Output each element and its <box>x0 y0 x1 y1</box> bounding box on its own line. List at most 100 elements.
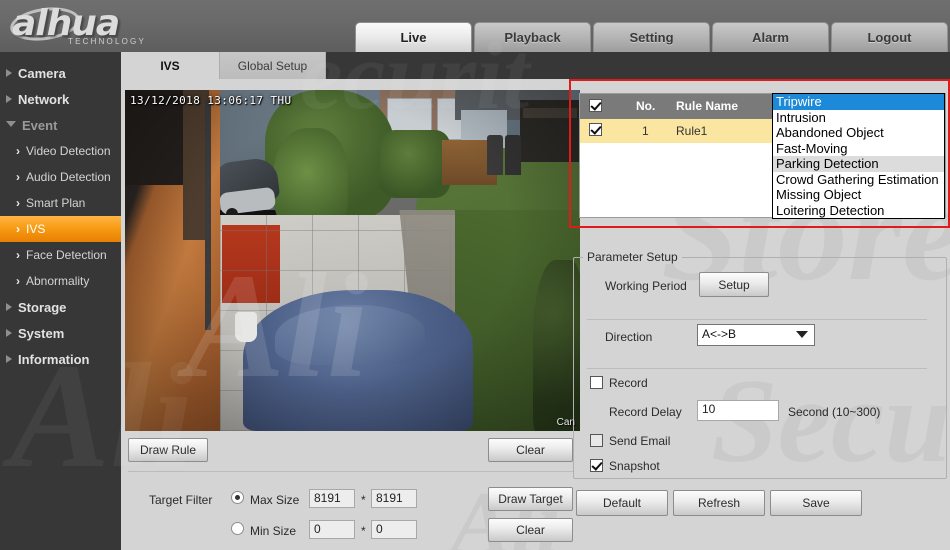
logo-tagline: TECHNOLOGY <box>68 37 147 46</box>
max-height-input[interactable]: 8191 <box>371 489 417 508</box>
tab-global-setup[interactable]: Global Setup <box>219 52 326 79</box>
draw-rule-button[interactable]: Draw Rule <box>128 438 208 462</box>
sidebar-group-label: Camera <box>18 65 66 81</box>
min-height-input[interactable]: 0 <box>371 520 417 539</box>
dahua-logo: alhua TECHNOLOGY <box>8 2 188 50</box>
sidebar-group-network[interactable]: Network <box>0 86 121 112</box>
sidebar-item-video-detection[interactable]: › Video Detection <box>0 138 121 164</box>
tab-ivs[interactable]: IVS <box>121 52 219 79</box>
row-rule-name: Rule1 <box>676 124 708 138</box>
sidebar-item-label: Abnormality <box>26 274 90 288</box>
triangle-right-icon <box>6 355 12 363</box>
sidebar-group-system[interactable]: System <box>0 320 121 346</box>
sidebar-item-ivs[interactable]: › IVS <box>0 216 121 242</box>
clear-target-button[interactable]: Clear <box>488 518 573 542</box>
default-button[interactable]: Default <box>576 490 668 516</box>
min-size-label: Min Size <box>250 524 297 538</box>
nav-tab-logout[interactable]: Logout <box>831 22 948 52</box>
video-preview[interactable]: Ali 13/12/2018 13:06:17 THU Can <box>125 90 580 431</box>
nav-tab-playback[interactable]: Playback <box>474 22 591 52</box>
chevron-right-icon: › <box>16 196 20 210</box>
clear-rule-button[interactable]: Clear <box>488 438 573 462</box>
sidebar-item-audio-detection[interactable]: › Audio Detection <box>0 164 121 190</box>
sidebar-item-label: IVS <box>26 222 46 236</box>
min-width-input[interactable]: 0 <box>309 520 355 539</box>
refresh-button[interactable]: Refresh <box>673 490 765 516</box>
sidebar-item-label: Smart Plan <box>26 196 86 210</box>
min-size-radio[interactable] <box>231 522 244 535</box>
send-email-label: Send Email <box>609 434 671 448</box>
sidebar-item-label: Face Detection <box>26 248 107 262</box>
sidebar-group-label: Storage <box>18 299 67 315</box>
record-delay-unit: Second (10~300) <box>788 405 881 419</box>
sidebar-group-event[interactable]: Event <box>0 112 121 138</box>
main-nav-tabs: Live Playback Setting Alarm Logout <box>355 22 950 52</box>
triangle-right-icon <box>6 69 12 77</box>
record-delay-label: Record Delay <box>609 405 682 419</box>
nav-tab-live[interactable]: Live <box>355 22 472 52</box>
chevron-right-icon: › <box>16 144 20 158</box>
record-label: Record <box>609 376 648 390</box>
sidebar-group-information[interactable]: Information <box>0 346 121 372</box>
direction-label: Direction <box>605 330 653 344</box>
triangle-right-icon <box>6 303 12 311</box>
working-period-label: Working Period <box>605 279 687 293</box>
chevron-down-icon <box>796 331 808 338</box>
chevron-right-icon: › <box>16 170 20 184</box>
record-checkbox[interactable] <box>590 376 603 389</box>
row-checkbox[interactable] <box>589 123 602 136</box>
column-header-no: No. <box>636 99 656 113</box>
dropdown-option-parking-detection[interactable]: Parking Detection <box>773 156 944 172</box>
triangle-down-icon <box>6 121 16 131</box>
video-corner-label: Can <box>556 417 575 428</box>
direction-value: A<->B <box>702 327 737 341</box>
send-email-checkbox[interactable] <box>590 434 603 447</box>
sidebar-group-label: Network <box>18 91 70 107</box>
dropdown-option-missing-object[interactable]: Missing Object <box>773 187 944 203</box>
dropdown-option-abandoned-object[interactable]: Abandoned Object <box>773 125 944 141</box>
rule-type-dropdown-list[interactable]: Tripwire Intrusion Abandoned Object Fast… <box>772 93 945 219</box>
sidebar-item-label: Audio Detection <box>26 170 111 184</box>
sidebar-group-label: Event <box>22 117 58 133</box>
draw-target-button[interactable]: Draw Target <box>488 487 573 511</box>
chevron-right-icon: › <box>16 222 20 236</box>
dropdown-option-crowd-gathering-estimation[interactable]: Crowd Gathering Estimation <box>773 172 944 188</box>
save-button[interactable]: Save <box>770 490 862 516</box>
select-all-checkbox[interactable] <box>589 99 602 112</box>
record-delay-input[interactable]: 10 <box>697 400 779 421</box>
sidebar-item-abnormality[interactable]: › Abnormality <box>0 268 121 294</box>
snapshot-checkbox[interactable] <box>590 459 603 472</box>
sidebar-item-smart-plan[interactable]: › Smart Plan <box>0 190 121 216</box>
sidebar-group-storage[interactable]: Storage <box>0 294 121 320</box>
direction-select[interactable]: A<->B <box>697 324 815 346</box>
video-osd-timestamp: 13/12/2018 13:06:17 THU <box>130 94 292 107</box>
sidebar-group-label: Information <box>18 351 90 367</box>
sub-tabs: IVS Global Setup <box>121 52 950 79</box>
sidebar-item-face-detection[interactable]: › Face Detection <box>0 242 121 268</box>
dropdown-option-intrusion[interactable]: Intrusion <box>773 110 944 126</box>
working-period-setup-button[interactable]: Setup <box>699 272 769 297</box>
target-filter-label: Target Filter <box>149 493 213 507</box>
column-header-rule-name: Rule Name <box>676 99 739 113</box>
size-separator: * <box>361 493 366 507</box>
max-width-input[interactable]: 8191 <box>309 489 355 508</box>
row-no: 1 <box>642 124 649 138</box>
max-size-radio[interactable] <box>231 491 244 504</box>
ivs-config-page: alhua TECHNOLOGY Live Playback Setting A… <box>0 0 950 550</box>
size-separator: * <box>361 524 366 538</box>
chevron-right-icon: › <box>16 248 20 262</box>
triangle-right-icon <box>6 329 12 337</box>
app-header: alhua TECHNOLOGY Live Playback Setting A… <box>0 0 950 52</box>
chevron-right-icon: › <box>16 274 20 288</box>
dropdown-option-loitering-detection[interactable]: Loitering Detection <box>773 203 944 219</box>
sidebar-group-camera[interactable]: Camera <box>0 60 121 86</box>
sidebar-group-label: System <box>18 325 65 341</box>
nav-tab-setting[interactable]: Setting <box>593 22 710 52</box>
triangle-right-icon <box>6 95 12 103</box>
dropdown-option-fast-moving[interactable]: Fast-Moving <box>773 141 944 157</box>
sidebar: Camera Network Event › Video Detection ›… <box>0 52 121 550</box>
max-size-label: Max Size <box>250 493 300 507</box>
nav-tab-alarm[interactable]: Alarm <box>712 22 829 52</box>
dropdown-option-tripwire[interactable]: Tripwire <box>773 94 944 110</box>
subtab-filler <box>326 52 950 79</box>
